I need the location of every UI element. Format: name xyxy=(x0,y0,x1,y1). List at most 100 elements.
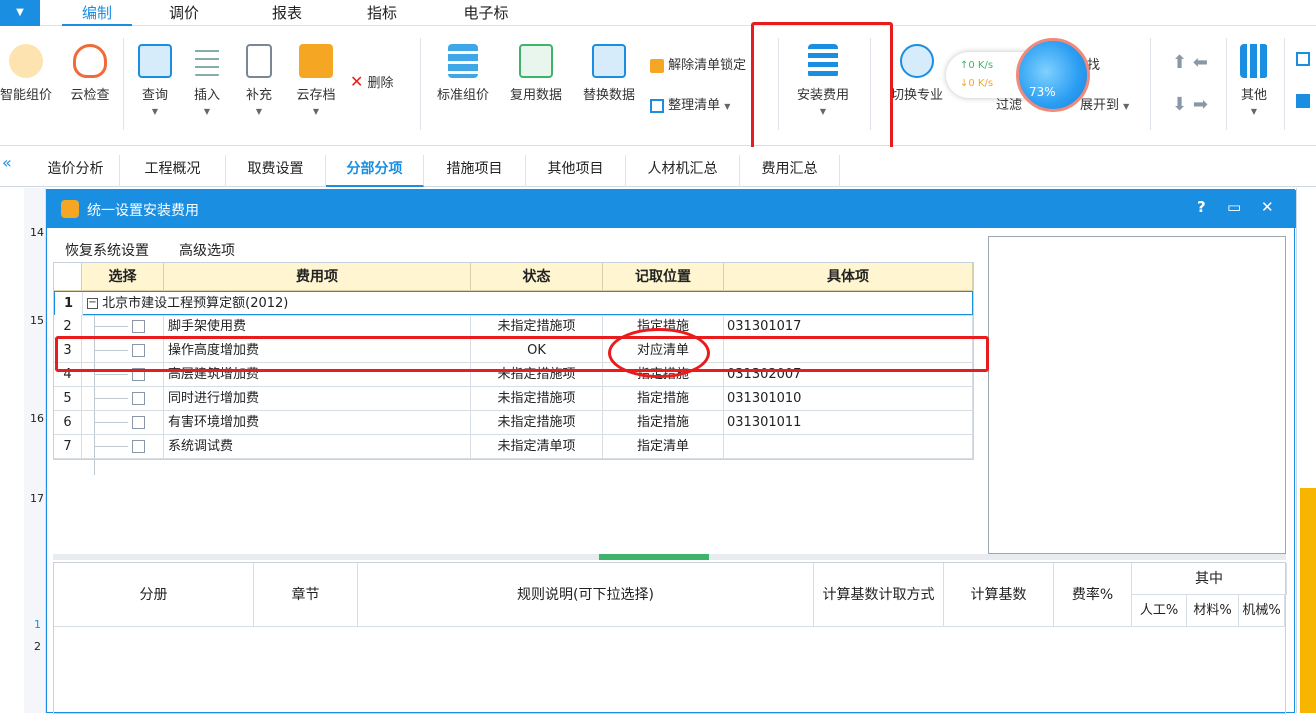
row-checkbox[interactable] xyxy=(132,416,145,429)
advanced-options-link[interactable]: 高级选项 xyxy=(179,240,235,260)
calculator-icon[interactable] xyxy=(1296,52,1310,66)
supplement-button[interactable]: 补充 ▼ xyxy=(236,44,282,116)
collapse-tree-icon[interactable]: − xyxy=(87,298,98,309)
col-fee-item: 费用项 xyxy=(164,263,471,291)
splitter-handle[interactable] xyxy=(599,554,709,560)
col-among: 其中 xyxy=(1132,563,1287,595)
menu-dropdown-button[interactable]: ▼ xyxy=(0,0,40,26)
standard-price-icon xyxy=(448,44,478,78)
panel-splitter[interactable] xyxy=(53,554,1286,560)
menu-zhibiao[interactable]: 指标 xyxy=(347,0,417,26)
delete-button[interactable]: ✕ 删除 xyxy=(350,72,412,91)
reuse-data-icon xyxy=(519,44,553,78)
collapse-icon[interactable]: « xyxy=(2,153,12,172)
side-orange-bar xyxy=(1300,488,1316,713)
dialog-toolbar: 恢复系统设置 高级选项 xyxy=(53,236,983,260)
top-menubar: ▼ 编制 调价 报表 指标 电子标 xyxy=(0,0,1316,26)
other-button[interactable]: 其他 ▼ xyxy=(1232,44,1276,116)
organize-list-button[interactable]: 整理清单 ▼ xyxy=(650,94,760,113)
restore-defaults-link[interactable]: 恢复系统设置 xyxy=(65,240,149,260)
insert-button[interactable]: 插入 ▼ xyxy=(184,44,230,116)
col-select: 选择 xyxy=(82,263,164,291)
left-strip xyxy=(0,188,24,713)
highlight-row-3 xyxy=(55,336,989,372)
tab-qufeishezhi[interactable]: 取费设置 xyxy=(226,155,326,187)
delete-x-icon: ✕ xyxy=(350,72,364,91)
col-material: 材料% xyxy=(1187,595,1239,627)
help-icon[interactable]: ? xyxy=(1197,198,1206,216)
col-base: 计算基数 xyxy=(944,563,1054,627)
tab-feiyonghuizong[interactable]: 费用汇总 xyxy=(740,155,840,187)
page-tabs: « 造价分析 工程概况 取费设置 分部分项 措施项目 其他项目 人材机汇总 费用… xyxy=(0,147,1316,187)
col-machine: 机械% xyxy=(1239,595,1285,627)
smart-pricing-button[interactable]: 智能组价 xyxy=(0,44,58,103)
expand-to-button[interactable]: 展开到 ▼ xyxy=(1080,94,1150,113)
col-volume: 分册 xyxy=(54,563,254,627)
dialog-titlebar: 统一设置安装费用 ? ▭ ✕ xyxy=(47,190,1296,228)
doc-plus-icon xyxy=(246,44,272,78)
download-speed: ↓0 K/s xyxy=(960,78,994,89)
move-arrows: ⬆ ⬅ ⬇ ➡ xyxy=(1160,52,1220,115)
tab-gongchenggaikuang[interactable]: 工程概况 xyxy=(120,155,226,187)
menu-tiaojia[interactable]: 调价 xyxy=(149,0,219,26)
arrow-down-icon[interactable]: ⬇ xyxy=(1172,94,1187,115)
tool-icon[interactable] xyxy=(1296,94,1310,108)
organize-list-icon xyxy=(650,98,664,113)
col-rate: 费率% xyxy=(1054,563,1132,627)
grid-other-icon xyxy=(1240,44,1268,78)
close-icon[interactable]: ✕ xyxy=(1261,198,1274,216)
replace-data-icon xyxy=(592,44,626,78)
standard-pricing-button[interactable]: 标准组价 xyxy=(430,44,496,103)
rules-table: 分册 章节 规则说明(可下拉选择) 计算基数计取方式 计算基数 费率% 其中 人… xyxy=(53,562,1287,714)
reuse-data-button[interactable]: 复用数据 xyxy=(503,44,569,103)
coin-cloud-icon xyxy=(9,44,43,78)
cloud-check-icon xyxy=(73,44,107,78)
col-position: 记取位置 xyxy=(603,263,724,291)
table-row[interactable]: 6 有害环境增加费 未指定措施项 指定措施 031301011 xyxy=(54,411,973,435)
tab-qitaxiangmu[interactable]: 其他项目 xyxy=(526,155,626,187)
tab-zaojiafenxi[interactable]: 造价分析 xyxy=(32,155,120,187)
row-checkbox[interactable] xyxy=(132,440,145,453)
table-row[interactable]: 1 − 北京市建设工程预算定额(2012) xyxy=(54,291,973,316)
arrow-up-icon[interactable]: ⬆ xyxy=(1172,52,1187,73)
col-chapter: 章节 xyxy=(254,563,358,627)
col-labor: 人工% xyxy=(1132,595,1187,627)
switch-major-icon xyxy=(900,44,934,78)
ribbon-separator xyxy=(1284,38,1285,130)
replace-data-button[interactable]: 替换数据 xyxy=(576,44,642,103)
maximize-icon[interactable]: ▭ xyxy=(1227,198,1241,216)
ribbon-separator xyxy=(123,38,124,130)
percent-label: 73% xyxy=(1029,85,1056,99)
accelerator-ball[interactable]: 73% xyxy=(1016,38,1090,112)
upload-speed: ↑0 K/s xyxy=(960,60,994,71)
cloud-check-button[interactable]: 云检查 xyxy=(62,44,118,103)
highlight-position-cell xyxy=(608,328,710,378)
ribbon-separator xyxy=(420,38,421,130)
col-rule: 规则说明(可下拉选择) xyxy=(358,563,814,627)
menu-dianzibiao[interactable]: 电子标 xyxy=(451,0,521,26)
table-row[interactable]: 7 系统调试费 未指定清单项 指定清单 xyxy=(54,435,973,459)
col-status: 状态 xyxy=(471,263,603,291)
book-search-icon xyxy=(138,44,172,78)
arrow-left-icon[interactable]: ⬅ xyxy=(1193,52,1208,73)
arrow-right-icon[interactable]: ➡ xyxy=(1193,94,1208,115)
dialog-title: 统一设置安装费用 xyxy=(87,203,199,219)
col-detail: 具体项 xyxy=(724,263,973,291)
tab-cuoshixiangmu[interactable]: 措施项目 xyxy=(424,155,526,187)
highlight-install-fee xyxy=(751,22,893,156)
ribbon-toolbar: 智能组价 云检查 查询 ▼ 插入 ▼ 补充 ▼ 云存档 ▼ ✕ 删除 标准组价 … xyxy=(0,26,1316,146)
col-base-method: 计算基数计取方式 xyxy=(814,563,944,627)
menu-bianzhi[interactable]: 编制 xyxy=(62,0,132,26)
menu-baobiao[interactable]: 报表 xyxy=(252,0,322,26)
ribbon-separator xyxy=(1226,38,1227,130)
row-checkbox[interactable] xyxy=(132,320,145,333)
unlock-icon xyxy=(650,58,664,73)
table-row[interactable]: 5 同时进行增加费 未指定措施项 指定措施 031301010 xyxy=(54,387,973,411)
install-fee-dialog: 统一设置安装费用 ? ▭ ✕ 恢复系统设置 高级选项 选择 费用项 状态 记取位… xyxy=(46,189,1296,714)
insert-row-icon xyxy=(195,44,219,78)
cloud-archive-button[interactable]: 云存档 ▼ xyxy=(290,44,342,116)
tab-rencaijihuizong[interactable]: 人材机汇总 xyxy=(626,155,740,187)
row-checkbox[interactable] xyxy=(132,392,145,405)
tab-fenbufenxiang[interactable]: 分部分项 xyxy=(326,155,424,187)
query-button[interactable]: 查询 ▼ xyxy=(132,44,178,116)
